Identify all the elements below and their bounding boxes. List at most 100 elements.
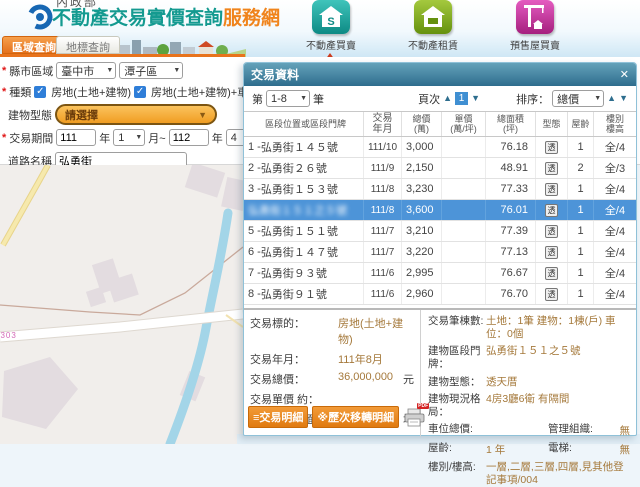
building-type-icon: 透 <box>545 267 558 280</box>
sort-select[interactable]: 總價 ▼ <box>552 90 604 107</box>
table-row[interactable]: 5 -弘勇街１５１號 111/7 3,210 77.39 透 1 全/4 <box>244 221 636 242</box>
row-floor: 全/4 <box>594 200 636 220</box>
row-area: 76.18 <box>486 137 536 157</box>
map-canvas[interactable]: 2303 <box>0 165 243 444</box>
chevron-down-icon: ▼ <box>173 67 180 74</box>
detail-value: 無 <box>600 423 630 438</box>
row-age: 2 <box>568 158 594 178</box>
row-total: 3,210 <box>402 221 442 241</box>
district-select[interactable]: 潭子區 ▼ <box>119 62 183 79</box>
checkbox-house-land-parking[interactable]: ✓ <box>134 86 146 98</box>
year-from-input[interactable] <box>56 129 96 146</box>
col-area: 總面積 (坪) <box>486 112 536 136</box>
row-area: 76.67 <box>486 263 536 283</box>
col-floor: 樓別 樓高 <box>594 112 636 136</box>
detail-unit: 元 <box>403 371 414 387</box>
map-road-label: 2303 <box>0 331 17 340</box>
row-area: 76.01 <box>486 200 536 220</box>
detail-value <box>338 391 414 407</box>
col-ym: 交易 年月 <box>364 112 402 136</box>
building-type-icon: 透 <box>545 183 558 196</box>
detail-label: 管理組織: <box>548 423 600 438</box>
col-age: 屋齡 <box>568 112 594 136</box>
table-row[interactable]: 1 -弘勇街１４５號 111/10 3,000 76.18 透 1 全/4 <box>244 137 636 158</box>
year-unit: 年 <box>212 130 223 146</box>
detail-value: 111年8月 <box>338 351 414 367</box>
col-total: 總價 (萬) <box>402 112 442 136</box>
detail-label: 交易單價 約： <box>250 391 338 407</box>
detail-value: 房地(土地+建物) <box>338 315 414 347</box>
app-presale[interactable]: 預售屋買賣 <box>499 0 571 52</box>
row-ym: 111/8 <box>364 200 402 220</box>
transaction-detail: 交易標的：房地(土地+建物) 交易年月：111年8月 交易總價：36,000,0… <box>244 308 636 436</box>
type-option1-label[interactable]: 房地(土地+建物) <box>51 84 131 100</box>
building-type-icon: 透 <box>545 288 558 301</box>
detail-value: 弘勇街１５１之５號 <box>486 345 630 371</box>
table-row[interactable]: 6 -弘勇街１４７號 111/7 3,220 77.13 透 1 全/4 <box>244 242 636 263</box>
table-row[interactable]: 7 -弘勇街９３號 111/6 2,995 76.67 透 1 全/4 <box>244 263 636 284</box>
page-number: 1 <box>455 92 468 105</box>
row-no: 3 - <box>248 183 261 195</box>
year-to-input[interactable] <box>169 129 209 146</box>
sort-label: 排序： <box>516 91 549 107</box>
page-up-icon[interactable]: ▲ <box>443 94 452 103</box>
city-value: 臺中市 <box>61 63 94 79</box>
month-from-select[interactable]: 1 ▼ <box>113 129 145 146</box>
row-ym: 111/7 <box>364 221 402 241</box>
app-label-presale[interactable]: 預售屋買賣 <box>499 37 571 52</box>
row-age: 1 <box>568 137 594 157</box>
row-ym: 111/9 <box>364 158 402 178</box>
row-address: 弘勇街１５３號 <box>261 181 338 197</box>
row-area: 77.33 <box>486 179 536 199</box>
year-unit: 年 <box>99 130 110 146</box>
detail-value: 1 年 <box>486 442 548 457</box>
app-switcher: S 不動產買賣 不動產租賃 <box>295 0 571 52</box>
detail-label: 建物區段門牌： <box>428 345 486 371</box>
detail-label: 屋齡: <box>428 442 486 457</box>
building-type-icon: 透 <box>545 141 558 154</box>
detail-label: 電梯: <box>548 442 600 457</box>
checkbox-house-land[interactable]: ✓ <box>34 86 46 98</box>
table-row[interactable]: 8 -弘勇街９１號 111/6 2,960 76.70 透 1 全/4 <box>244 284 636 305</box>
print-pdf-button[interactable]: PDF <box>403 408 427 428</box>
house-rent-icon[interactable] <box>414 0 452 34</box>
building-type-icon: 透 <box>545 246 558 259</box>
app-real-estate-rent[interactable]: 不動產租賃 <box>397 0 469 52</box>
sort-asc-icon[interactable]: ▲ <box>607 94 616 103</box>
row-no: 8 - <box>248 288 261 300</box>
printer-icon <box>403 408 427 428</box>
item-range-select[interactable]: 1-8 ▼ <box>266 90 310 107</box>
building-type-icon: 透 <box>545 162 558 175</box>
building-type-icon: 透 <box>545 225 558 238</box>
map-image <box>0 165 243 444</box>
app-label-sale[interactable]: 不動產買賣 <box>295 37 367 52</box>
row-unit-price <box>442 137 486 157</box>
table-row[interactable]: 3 -弘勇街１５３號 111/8 3,230 77.33 透 1 全/4 <box>244 179 636 200</box>
app-real-estate-sale[interactable]: S 不動產買賣 <box>295 0 367 52</box>
detail-label: 樓別/樓高: <box>428 461 486 487</box>
page-down-icon[interactable]: ▼ <box>471 94 480 103</box>
tab-landmark-query[interactable]: 地標查詢 <box>56 36 120 54</box>
transaction-detail-button[interactable]: ≡交易明細 <box>248 406 308 428</box>
table-row[interactable]: 2 -弘勇街２６號 111/9 2,150 48.91 透 2 全/3 <box>244 158 636 179</box>
page-label: 頁次 <box>418 91 440 107</box>
top-banner: 內政部 不動產交易實價查詢服務網 S 不動產買賣 不 <box>0 0 640 57</box>
building-type-select[interactable]: 請選擇 ▼ <box>55 104 217 125</box>
city-select[interactable]: 臺中市 ▼ <box>56 62 116 79</box>
row-age: 1 <box>568 284 594 304</box>
house-sale-icon[interactable]: S <box>312 0 350 34</box>
table-row-selected[interactable]: 弘勇街１５１之５號 111/8 3,600 76.01 透 1 全/4 <box>244 200 636 221</box>
close-icon[interactable]: ✕ <box>620 68 629 81</box>
table-header: 區段位置或區段門牌 交易 年月 總價 (萬) 單價 (萬/坪) 總面積 (坪) … <box>244 111 636 137</box>
month-from-value: 1 <box>118 132 124 144</box>
transaction-detail-label: 交易明細 <box>259 412 303 424</box>
sort-desc-icon[interactable]: ▼ <box>619 94 628 103</box>
row-no: 1 - <box>248 141 261 153</box>
app-label-rent[interactable]: 不動產租賃 <box>397 37 469 52</box>
month-to-value: 4 <box>231 132 237 144</box>
presale-crane-icon[interactable] <box>516 0 554 34</box>
sort-value: 總價 <box>557 91 579 107</box>
detail-label: 車位總價: <box>428 423 486 438</box>
transfer-history-button[interactable]: ※歷次移轉明細 <box>312 406 399 428</box>
required-mark: * <box>2 132 6 144</box>
